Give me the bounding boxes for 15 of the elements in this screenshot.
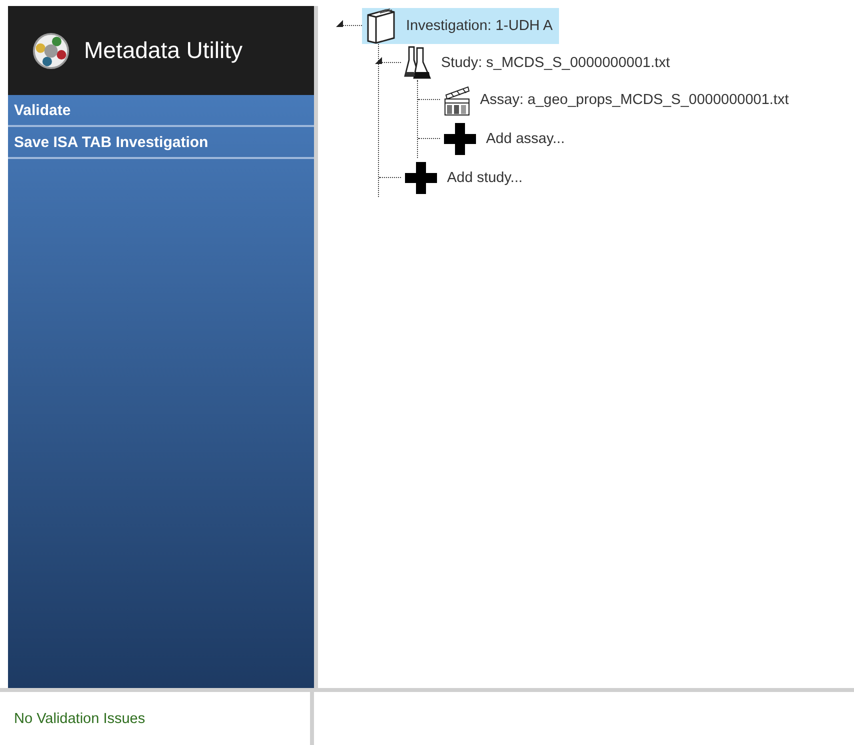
sidebar-menu-item[interactable]: Validate [8, 95, 314, 127]
app-title: Metadata Utility [84, 37, 243, 64]
sidebar-menu-item[interactable]: Save ISA TAB Investigation [8, 127, 314, 159]
collapse-arrow-icon[interactable] [336, 20, 344, 28]
tree-item[interactable]: Study: s_MCDS_S_0000000001.txt [401, 44, 676, 80]
flasks-icon [403, 44, 433, 82]
tree-item[interactable]: Investigation: 1-UDH A [362, 8, 559, 44]
tree-item[interactable]: Assay: a_geo_props_MCDS_S_0000000001.txt [440, 82, 795, 118]
tree-item[interactable]: Add assay... [440, 120, 571, 156]
tree-item[interactable]: Add study... [401, 160, 528, 196]
logo-icon [32, 32, 70, 70]
plus-icon [442, 120, 478, 156]
collapse-arrow-icon[interactable] [375, 57, 383, 65]
plus-icon [403, 160, 439, 196]
status-text: No Validation Issues [14, 710, 146, 726]
